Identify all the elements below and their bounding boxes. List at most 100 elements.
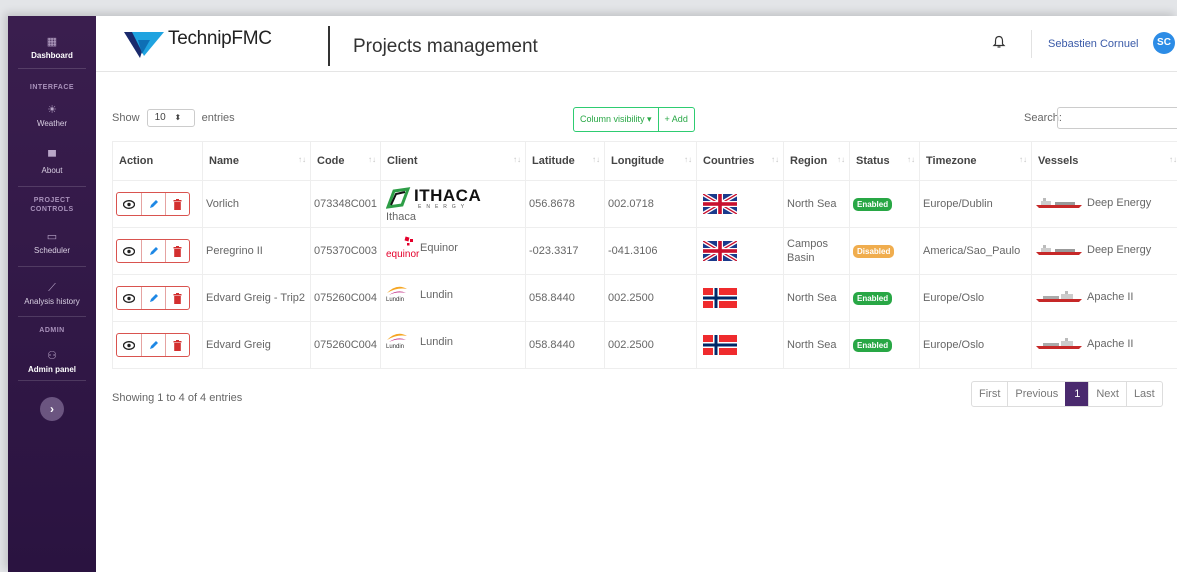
bell-icon[interactable] — [992, 35, 1006, 49]
eye-icon — [123, 199, 135, 209]
uk-flag-icon — [703, 194, 737, 214]
sidebar-item-about[interactable]: ▀ About — [8, 151, 96, 175]
column-header-name[interactable]: Name ↑↓ — [202, 141, 311, 181]
column-header-code[interactable]: Code ↑↓ — [310, 141, 381, 181]
column-header-countries[interactable]: Countries ↑↓ — [696, 141, 784, 181]
client-cell: Lundin Lundin — [380, 274, 526, 322]
sort-icon: ↑↓ — [368, 155, 376, 164]
edit-button[interactable] — [141, 334, 165, 356]
table-row: Edvard Greig - Trip2 075260C004 Lundin L… — [112, 274, 1177, 322]
view-button[interactable] — [117, 334, 141, 356]
show-label: Show — [112, 111, 140, 124]
sort-icon: ↑↓ — [1019, 155, 1027, 164]
edit-button[interactable] — [141, 240, 165, 262]
table-header-row: Action Name ↑↓ Code ↑↓ Client ↑↓ Latitude ↑↓… — [112, 141, 1177, 181]
trash-icon — [173, 339, 182, 351]
sidebar-toggle-button[interactable]: › — [40, 397, 64, 421]
action-cell — [112, 180, 203, 228]
name-cell: Edvard Greig — [202, 321, 311, 369]
ship-icon — [1036, 197, 1082, 208]
header-divider — [328, 26, 330, 66]
sidebar-item-admin-panel[interactable]: ⚇ Admin panel — [8, 350, 96, 374]
sidebar-item-label: Scheduler — [33, 246, 71, 255]
pagination-previous[interactable]: Previous — [1007, 382, 1065, 406]
norway-flag-icon — [703, 288, 737, 308]
status-badge: Enabled — [853, 197, 893, 211]
row-actions — [116, 333, 190, 357]
trash-icon — [173, 292, 182, 304]
delete-button[interactable] — [165, 287, 189, 309]
sidebar-item-analysis-history[interactable]: ⟋ Analysis history — [8, 282, 96, 306]
avatar[interactable]: SC — [1153, 32, 1175, 54]
line-chart-icon: ⟋ — [48, 282, 56, 294]
delete-button[interactable] — [165, 240, 189, 262]
pencil-icon — [149, 294, 158, 302]
column-header-status[interactable]: Status ↑↓ — [849, 141, 920, 181]
pagination-next[interactable]: Next — [1088, 382, 1126, 406]
sidebar-divider — [18, 316, 86, 317]
message-icon: ▀ — [48, 151, 56, 163]
sidebar-section-project-controls: PROJECT CONTROLS — [30, 197, 74, 213]
sort-icon: ↑↓ — [771, 155, 779, 164]
pagination-first[interactable]: First — [972, 382, 1007, 406]
longitude-cell: 002.0718 — [604, 180, 697, 228]
status-cell: Disabled — [849, 227, 920, 275]
sidebar-item-label: Dashboard — [31, 51, 73, 60]
edit-button[interactable] — [141, 193, 165, 215]
sidebar-item-weather[interactable]: ☀ Weather — [8, 104, 96, 128]
view-button[interactable] — [117, 240, 141, 262]
longitude-cell: -041.3106 — [604, 227, 697, 275]
sun-icon: ☀ — [47, 104, 57, 116]
ithaca-logo-text: ITHACA — [414, 186, 482, 205]
pagination-page[interactable]: 1 — [1065, 382, 1089, 406]
table-info: Showing 1 to 4 of 4 entries — [112, 392, 243, 404]
pencil-icon — [149, 200, 158, 208]
code-cell: 075260C004 — [310, 321, 381, 369]
delete-button[interactable] — [165, 193, 189, 215]
column-visibility-button[interactable]: Column visibility ▾ — [573, 107, 659, 132]
status-badge: Disabled — [853, 244, 895, 258]
norway-flag-icon — [703, 335, 737, 355]
view-button[interactable] — [117, 287, 141, 309]
entries-select[interactable]: 10 ⬍ — [146, 109, 195, 127]
sidebar-item-dashboard[interactable]: ▦ Dashboard — [8, 36, 96, 60]
name-cell: Edvard Greig - Trip2 — [202, 274, 311, 322]
status-cell: Enabled — [849, 274, 920, 322]
delete-button[interactable] — [165, 334, 189, 356]
sidebar-section-admin: ADMIN — [39, 327, 65, 334]
column-header-timezone[interactable]: Timezone ↑↓ — [919, 141, 1032, 181]
edit-button[interactable] — [141, 287, 165, 309]
countries-cell — [696, 274, 784, 322]
uk-flag-icon — [703, 241, 737, 261]
vessel-name: Apache II — [1087, 337, 1134, 350]
column-header-latitude[interactable]: Latitude ↑↓ — [525, 141, 605, 181]
vessel-name: Apache II — [1087, 290, 1134, 303]
table-row: Edvard Greig 075260C004 Lundin Lundin 05… — [112, 321, 1177, 369]
code-cell: 075260C004 — [310, 274, 381, 322]
column-header-client[interactable]: Client ↑↓ — [380, 141, 526, 181]
lundin-logo: Lundin — [386, 332, 408, 351]
latitude-cell: 056.8678 — [525, 180, 605, 228]
pagination-last[interactable]: Last — [1125, 382, 1162, 406]
client-name: Equinor — [420, 242, 458, 254]
view-button[interactable] — [117, 193, 141, 215]
ship-icon — [1036, 290, 1082, 302]
countries-cell — [696, 180, 784, 228]
add-button[interactable]: + Add — [658, 107, 695, 132]
column-header-longitude[interactable]: Longitude ↑↓ — [604, 141, 697, 181]
client-name: Lundin — [420, 289, 454, 301]
search-input[interactable] — [1057, 107, 1177, 129]
sidebar-divider — [18, 186, 86, 187]
sidebar-divider — [18, 266, 86, 267]
sidebar-item-scheduler[interactable]: ▭ Scheduler — [8, 231, 96, 255]
projects-table: Action Name ↑↓ Code ↑↓ Client ↑↓ Latitude ↑↓… — [112, 141, 1177, 369]
column-header-vessels[interactable]: Vessels ↑↓ — [1031, 141, 1177, 181]
table-row: Peregrino II 075370C003 equinor Equinor … — [112, 227, 1177, 275]
user-name[interactable]: Sebastien Cornuel — [1048, 38, 1139, 50]
sidebar-divider — [18, 380, 86, 381]
column-header-region[interactable]: Region ↑↓ — [783, 141, 850, 181]
sort-icon: ↑↓ — [513, 155, 521, 164]
sort-icon: ↑↓ — [684, 155, 692, 164]
vessel-cell: Apache II — [1031, 321, 1177, 369]
trash-icon — [173, 245, 182, 257]
